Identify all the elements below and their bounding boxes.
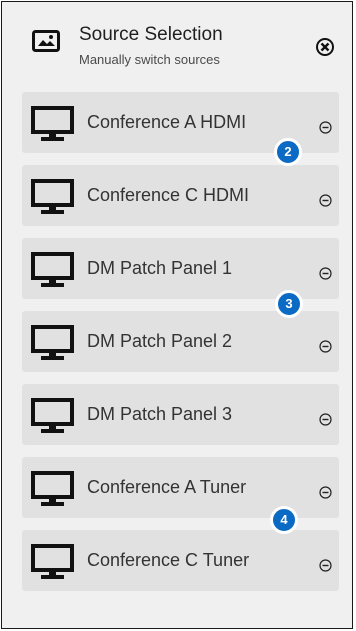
source-item[interactable]: DM Patch Panel 2 xyxy=(22,311,339,372)
monitor-icon xyxy=(31,398,74,433)
source-selection-panel: Source Selection Manually switch sources… xyxy=(1,1,353,629)
callout-badge: 3 xyxy=(275,290,303,318)
remove-circle-icon[interactable] xyxy=(319,413,332,426)
panel-header: Source Selection Manually switch sources xyxy=(2,2,352,77)
monitor-icon xyxy=(31,252,74,287)
callout-badge: 2 xyxy=(274,138,302,166)
callout-badge: 4 xyxy=(270,506,298,534)
source-label: Conference A HDMI xyxy=(87,112,247,132)
source-label: DM Patch Panel 3 xyxy=(87,404,233,424)
source-label: Conference C HDMI xyxy=(87,185,250,205)
remove-circle-icon[interactable] xyxy=(319,121,332,134)
source-label: DM Patch Panel 2 xyxy=(87,331,233,351)
remove-circle-icon[interactable] xyxy=(319,340,332,353)
remove-circle-icon[interactable] xyxy=(319,194,332,207)
remove-circle-icon[interactable] xyxy=(319,486,332,499)
source-item[interactable]: Conference C Tuner xyxy=(22,530,339,591)
remove-circle-icon[interactable] xyxy=(319,559,332,572)
close-circle-icon[interactable] xyxy=(315,37,335,57)
monitor-icon xyxy=(31,471,74,506)
panel-title: Source Selection xyxy=(79,24,223,45)
source-item[interactable]: DM Patch Panel 3 xyxy=(22,384,339,445)
source-item[interactable]: Conference C HDMI xyxy=(22,165,339,226)
monitor-icon xyxy=(31,106,74,141)
monitor-icon xyxy=(31,179,74,214)
monitor-icon xyxy=(31,544,74,579)
panel-subtitle: Manually switch sources xyxy=(79,52,220,67)
source-label: Conference C Tuner xyxy=(87,550,250,570)
monitor-icon xyxy=(31,325,74,360)
image-icon xyxy=(32,30,60,52)
source-label: DM Patch Panel 1 xyxy=(87,258,233,278)
remove-circle-icon[interactable] xyxy=(319,267,332,280)
source-label: Conference A Tuner xyxy=(87,477,247,497)
